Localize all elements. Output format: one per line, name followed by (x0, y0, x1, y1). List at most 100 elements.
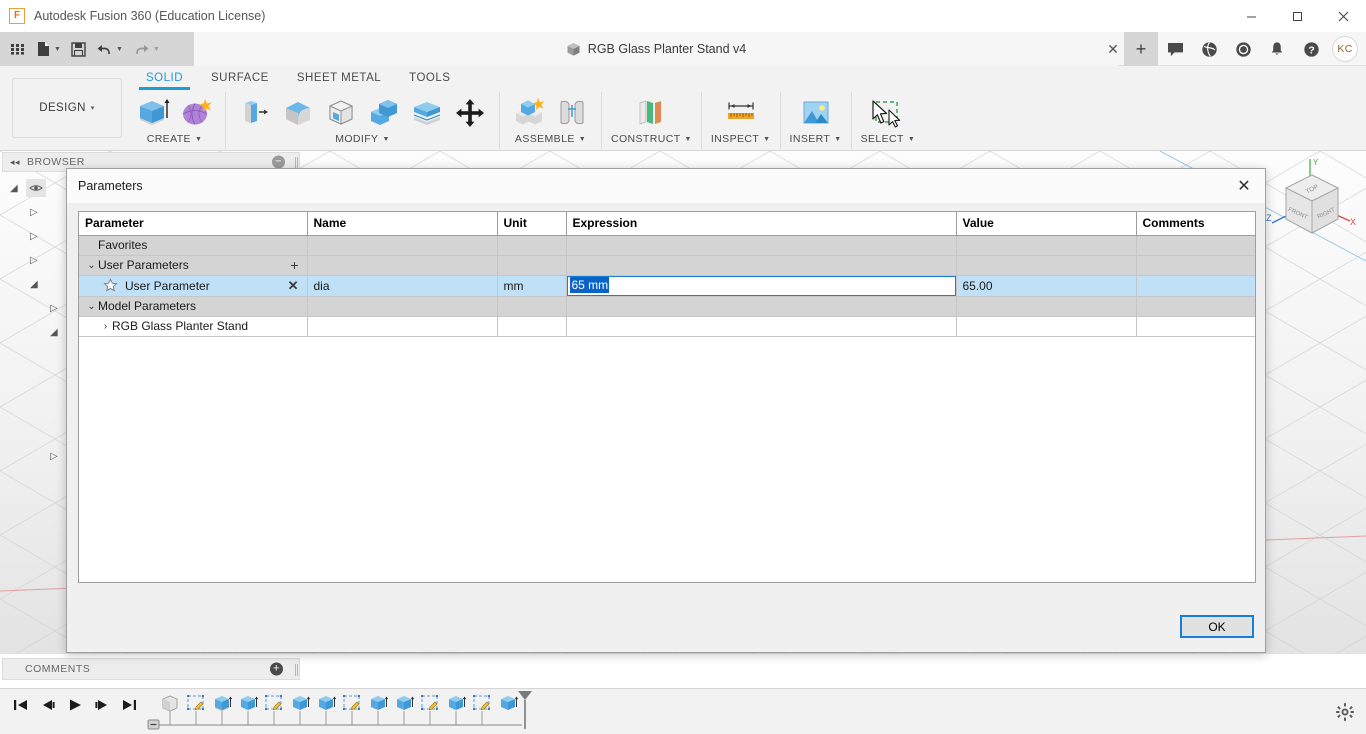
panel-modify-label[interactable]: MODIFY ▼ (335, 133, 390, 145)
table-row-model-parameters[interactable]: ⌄ Model Parameters (79, 296, 1255, 317)
comments-panel-header[interactable]: COMMENTS + (2, 658, 300, 680)
new-file-icon[interactable]: ▼ (32, 36, 65, 62)
notification-bell-icon[interactable] (1260, 32, 1294, 66)
measure-icon[interactable] (721, 94, 761, 132)
cell-unit[interactable]: mm (497, 275, 567, 297)
fillet-icon[interactable] (278, 94, 318, 132)
timeline-settings-gear-icon[interactable] (1334, 701, 1356, 723)
ok-button[interactable]: OK (1180, 615, 1254, 638)
ribbon-tab-strip: SOLID SURFACE SHEET METAL TOOLS (132, 70, 464, 92)
chevron-right-icon[interactable]: › (99, 321, 112, 332)
column-header-expression[interactable]: Expression (566, 212, 957, 236)
browser-collapse-arrows-icon[interactable]: ◂◂ (10, 157, 20, 168)
triangle-right-icon[interactable]: ▷ (50, 303, 62, 314)
dialog-close-button[interactable]: ✕ (1225, 171, 1263, 201)
table-row-favorites[interactable]: Favorites (79, 235, 1255, 256)
table-row-user-parameters[interactable]: ⌄ User Parameters + (79, 255, 1255, 276)
help-globe-icon[interactable] (1192, 32, 1226, 66)
comments-resize-grip[interactable] (295, 664, 296, 676)
form-icon[interactable] (176, 94, 216, 132)
triangle-right-icon[interactable]: ▷ (50, 451, 62, 462)
tab-sheet-metal[interactable]: SHEET METAL (283, 70, 395, 88)
cell-unit (497, 235, 567, 256)
column-header-value[interactable]: Value (956, 212, 1137, 236)
maximize-button[interactable] (1274, 0, 1320, 32)
view-cube[interactable]: Y Z X TOP FRONT RIGHT (1264, 155, 1360, 261)
go-to-end-icon[interactable] (120, 695, 138, 715)
add-comment-button[interactable]: + (270, 662, 283, 676)
triangle-down-icon[interactable]: ◢ (50, 327, 62, 338)
go-to-beginning-icon[interactable] (12, 695, 30, 715)
new-tab-button[interactable]: + (1124, 32, 1158, 66)
tab-tools[interactable]: TOOLS (395, 70, 464, 88)
save-icon[interactable] (67, 36, 90, 62)
play-icon[interactable] (66, 695, 84, 715)
panel-insert-label[interactable]: INSERT ▼ (790, 133, 842, 145)
eye-icon[interactable] (26, 179, 46, 197)
triangle-down-icon[interactable]: ◢ (30, 279, 42, 290)
job-status-icon[interactable] (1226, 32, 1260, 66)
chevron-down-icon[interactable]: ⌄ (85, 260, 98, 271)
user-avatar[interactable]: KC (1332, 36, 1358, 62)
panel-inspect-label[interactable]: INSPECT ▼ (711, 133, 771, 145)
table-row-component[interactable]: › RGB Glass Planter Stand (79, 316, 1255, 337)
add-user-parameter-button[interactable]: + (290, 258, 300, 272)
triangle-right-icon[interactable]: ▷ (30, 207, 42, 218)
workspace-switcher-button[interactable]: DESIGN ▾ (12, 78, 122, 138)
fusion360-window: F Autodesk Fusion 360 (Education License… (0, 0, 1366, 734)
favorite-star-icon[interactable] (103, 278, 118, 293)
table-row-user-parameter-dia[interactable]: User Parameter ✕ dia mm 65 mm 65.00 (79, 275, 1255, 297)
panel-inspect: INSPECT ▼ (702, 92, 781, 149)
combine-icon[interactable] (364, 94, 404, 132)
panel-assemble-label[interactable]: ASSEMBLE ▼ (515, 133, 586, 145)
delete-parameter-button[interactable]: ✕ (288, 279, 301, 292)
tab-solid[interactable]: SOLID (132, 70, 197, 90)
triangle-right-icon[interactable]: ▷ (30, 231, 42, 242)
split-face-icon[interactable] (407, 94, 447, 132)
tab-surface[interactable]: SURFACE (197, 70, 283, 88)
row-label: User Parameters (98, 258, 189, 272)
cell-unit (497, 255, 567, 276)
extrude-icon[interactable] (133, 94, 173, 132)
cell-comments[interactable] (1136, 275, 1255, 297)
shell-icon[interactable] (321, 94, 361, 132)
step-back-icon[interactable] (39, 695, 57, 715)
browser-collapse-button[interactable]: − (272, 155, 285, 169)
triangle-down-icon[interactable]: ◢ (10, 183, 22, 194)
redo-icon[interactable]: ▼ (129, 36, 164, 62)
app-grid-icon[interactable] (6, 36, 30, 62)
document-tab[interactable]: RGB Glass Planter Stand v4 (194, 32, 1118, 66)
column-header-comments[interactable]: Comments (1136, 212, 1255, 236)
cell-name[interactable]: dia (307, 275, 498, 297)
close-button[interactable] (1320, 0, 1366, 32)
move-copy-icon[interactable] (450, 94, 490, 132)
workspace-label: DESIGN (39, 102, 86, 114)
dialog-title-bar[interactable]: Parameters (67, 169, 1265, 203)
press-pull-icon[interactable] (235, 94, 275, 132)
panel-create-label[interactable]: CREATE ▼ (147, 133, 203, 145)
insert-image-icon[interactable] (796, 94, 836, 132)
column-header-name[interactable]: Name (307, 212, 498, 236)
undo-icon[interactable]: ▼ (92, 36, 127, 62)
select-window-icon[interactable] (868, 94, 908, 132)
parameters-table-container[interactable]: Parameter Name Unit Expression Value Com… (78, 211, 1256, 583)
column-header-unit[interactable]: Unit (497, 212, 567, 236)
timeline-feature-strip[interactable] (140, 689, 540, 734)
comment-icon[interactable] (1158, 32, 1192, 66)
cell-comments (1136, 316, 1255, 337)
minimize-button[interactable] (1228, 0, 1274, 32)
panel-select-label[interactable]: SELECT ▼ (861, 133, 916, 145)
step-forward-icon[interactable] (93, 695, 111, 715)
cell-parameter: User Parameter ✕ (79, 275, 308, 297)
new-component-icon[interactable] (509, 94, 549, 132)
panel-label-text: ASSEMBLE (514, 133, 575, 145)
chevron-down-icon[interactable]: ⌄ (85, 301, 98, 312)
expression-input[interactable]: 65 mm (566, 275, 955, 295)
cell-expression[interactable]: 65 mm (566, 275, 957, 297)
triangle-right-icon[interactable]: ▷ (30, 255, 42, 266)
offset-plane-icon[interactable] (631, 94, 671, 132)
help-icon[interactable]: ? (1294, 32, 1328, 66)
panel-construct-label[interactable]: CONSTRUCT ▼ (611, 133, 692, 145)
joint-icon[interactable] (552, 94, 592, 132)
column-header-parameter[interactable]: Parameter (79, 212, 308, 236)
